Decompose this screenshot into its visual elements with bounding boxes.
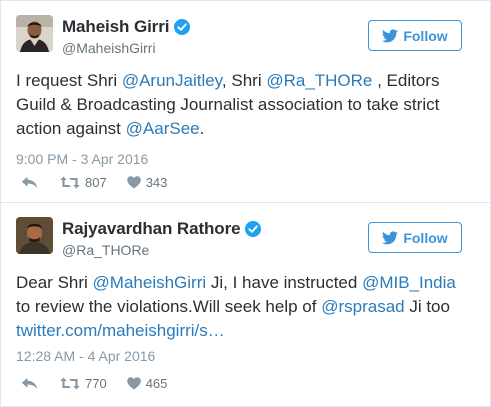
- display-name[interactable]: Maheish Girri: [62, 17, 169, 37]
- tweet-actions: 807 343: [21, 175, 187, 190]
- handle[interactable]: @MaheishGirri: [62, 40, 156, 56]
- retweet-count: 770: [85, 376, 107, 391]
- text-segment: , Shri: [221, 71, 267, 90]
- text-segment: Ji, I have instructed: [206, 273, 363, 292]
- url-link[interactable]: twitter.com/maheishgirri/s…: [16, 321, 225, 340]
- name-row: Maheish Girri: [62, 17, 191, 37]
- retweet-icon: [60, 176, 80, 189]
- like-button[interactable]: 465: [126, 376, 168, 391]
- tweet-card: Rajyavardhan Rathore @Ra_THORe Follow De…: [0, 202, 491, 407]
- like-count: 465: [145, 376, 168, 391]
- mention-link[interactable]: @AarSee: [126, 119, 200, 138]
- timestamp[interactable]: 9:00 PM - 3 Apr 2016: [16, 151, 148, 167]
- retweet-button[interactable]: 770: [60, 376, 107, 391]
- avatar[interactable]: [16, 15, 53, 52]
- reply-button[interactable]: [21, 176, 38, 189]
- verified-badge-icon: [245, 221, 262, 237]
- like-icon: [126, 176, 141, 189]
- tweet-text: Dear Shri @MaheishGirri Ji, I have instr…: [16, 271, 471, 343]
- text-segment: I request Shri: [16, 71, 122, 90]
- mention-link[interactable]: @ArunJaitley: [122, 71, 222, 90]
- reply-icon: [21, 176, 38, 189]
- reply-button[interactable]: [21, 377, 38, 390]
- follow-label: Follow: [403, 27, 448, 44]
- timestamp[interactable]: 12:28 AM - 4 Apr 2016: [16, 348, 155, 364]
- mention-link[interactable]: @MaheishGirri: [93, 273, 207, 292]
- twitter-bird-icon: [382, 28, 399, 43]
- like-count: 343: [145, 175, 168, 190]
- verified-badge-icon: [174, 19, 191, 35]
- avatar[interactable]: [16, 217, 53, 254]
- like-button[interactable]: 343: [126, 175, 168, 190]
- twitter-bird-icon: [382, 230, 399, 245]
- follow-label: Follow: [403, 229, 448, 246]
- mention-link[interactable]: @rsprasad: [321, 297, 404, 316]
- retweet-count: 807: [85, 175, 107, 190]
- text-segment: Dear Shri: [16, 273, 93, 292]
- text-segment: to review the violations.Will seek help …: [16, 297, 322, 316]
- mention-link[interactable]: @MIB_India: [362, 273, 456, 292]
- tweet-card: Maheish Girri @MaheishGirri Follow I req…: [0, 0, 491, 203]
- follow-button[interactable]: Follow: [368, 222, 462, 253]
- like-icon: [126, 377, 141, 390]
- mention-link[interactable]: @Ra_THORe: [266, 71, 372, 90]
- tweet-header: Rajyavardhan Rathore @Ra_THORe Follow: [16, 217, 476, 258]
- follow-button[interactable]: Follow: [368, 20, 462, 51]
- retweet-button[interactable]: 807: [60, 175, 107, 190]
- reply-icon: [21, 377, 38, 390]
- display-name[interactable]: Rajyavardhan Rathore: [62, 219, 241, 239]
- tweet-actions: 770 465: [21, 376, 187, 391]
- name-row: Rajyavardhan Rathore: [62, 219, 262, 239]
- retweet-icon: [60, 377, 80, 390]
- text-segment: .: [199, 119, 205, 138]
- tweet-text: I request Shri @ArunJaitley, Shri @Ra_TH…: [16, 69, 471, 141]
- handle[interactable]: @Ra_THORe: [62, 242, 149, 258]
- text-segment: Ji too: [404, 297, 450, 316]
- tweet-header: Maheish Girri @MaheishGirri Follow: [16, 15, 476, 56]
